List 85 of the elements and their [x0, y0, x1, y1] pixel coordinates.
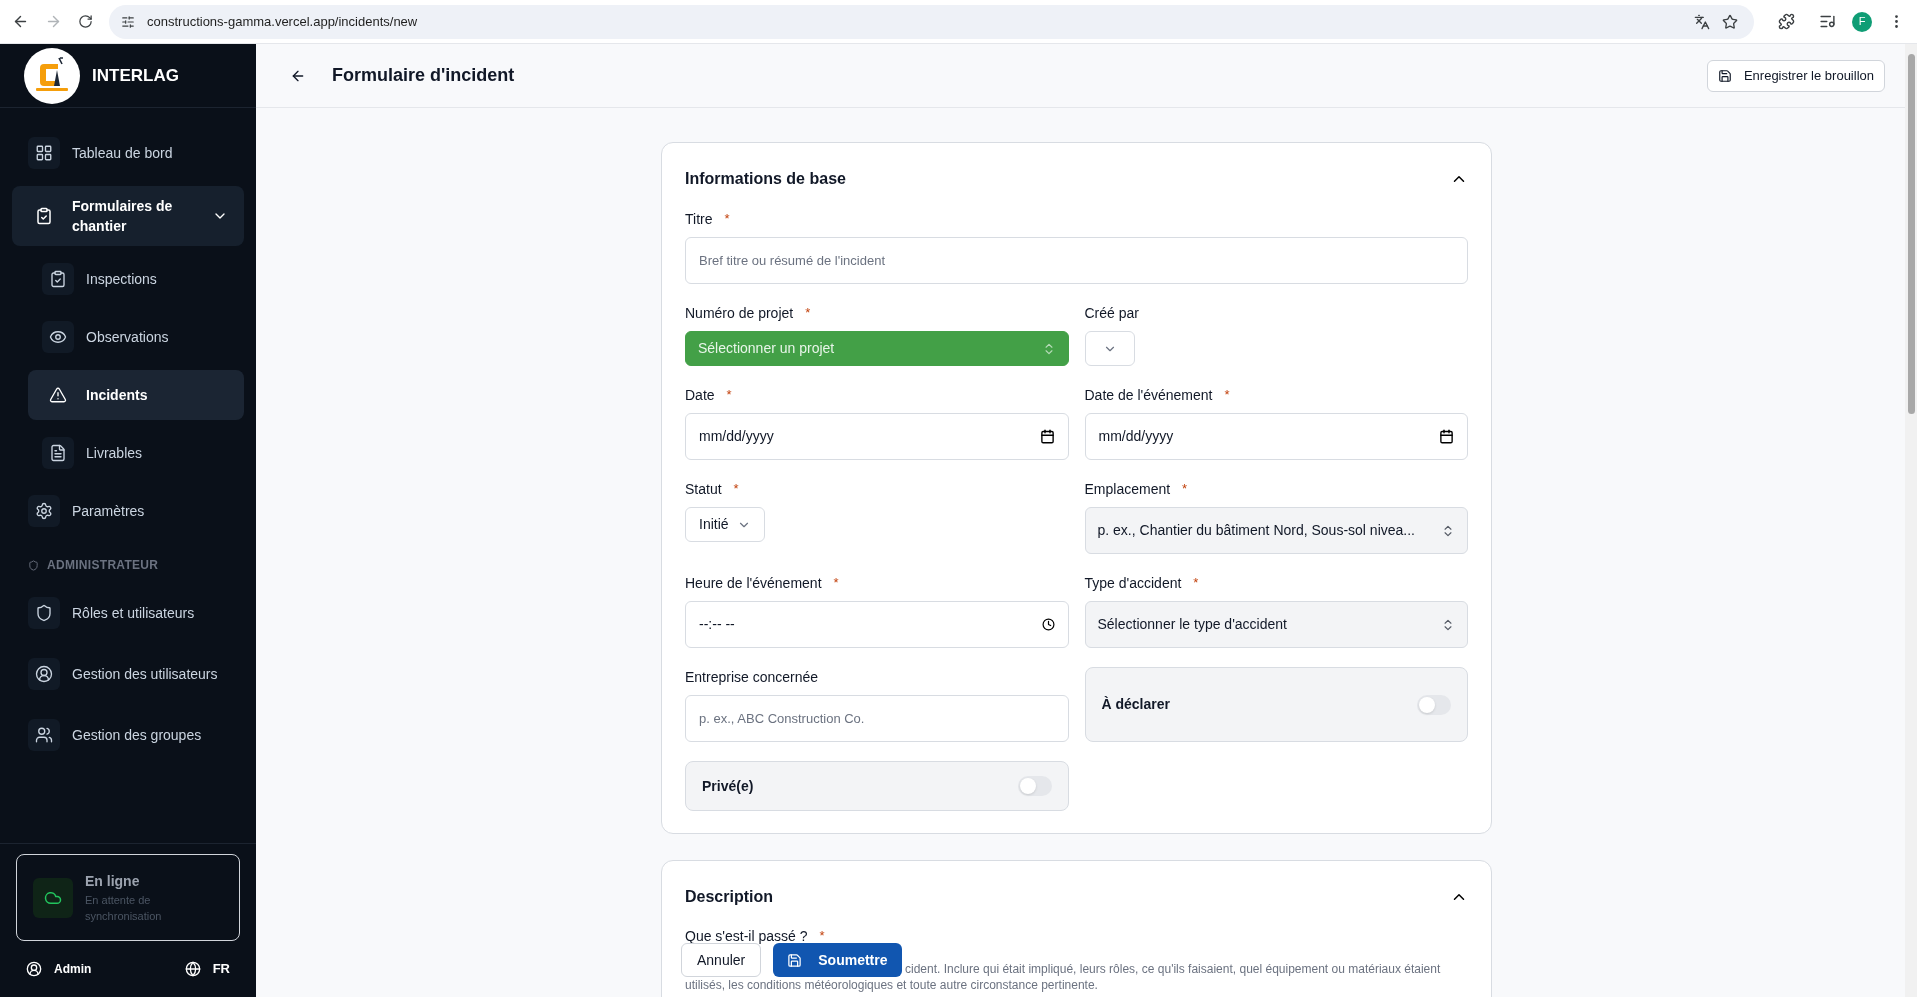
status-title: En ligne — [85, 872, 141, 891]
required-mark: * — [1193, 574, 1199, 593]
back-icon[interactable] — [12, 13, 29, 30]
language-button[interactable]: FR — [184, 959, 230, 979]
section-heading: ADMINISTRATEUR — [47, 557, 159, 574]
field-hint: utilisés, les conditions météorologiques et toute autre circonstance pertinente. — [685, 977, 1099, 993]
field-label: Numéro de projet — [685, 303, 794, 323]
required-mark: * — [819, 927, 825, 946]
translate-icon[interactable] — [1694, 13, 1710, 30]
calendar-icon — [1439, 429, 1454, 444]
toggle-switch[interactable] — [1017, 776, 1052, 796]
nav-item[interactable]: Gestion des utilisateurs — [12, 649, 244, 699]
brand-name: INTERLAG — [92, 64, 179, 87]
toggle-label: À déclarer — [1101, 695, 1170, 714]
gear-icon — [35, 502, 53, 520]
scrollbar[interactable] — [1905, 44, 1917, 997]
nav-item[interactable]: Livrables — [28, 428, 244, 478]
required-mark: * — [1182, 480, 1188, 499]
field-label: Type d'accident — [1084, 573, 1182, 593]
field-label: Titre — [685, 209, 713, 229]
text-field[interactable]: p. ex., ABC Construction Co. — [685, 695, 1069, 742]
required-mark: * — [805, 304, 811, 323]
date-field[interactable]: mm/dd/yyyy — [1084, 413, 1468, 460]
time-field[interactable]: --:-- -- — [685, 601, 1069, 648]
required-mark: * — [724, 210, 730, 229]
nav-item[interactable]: Rôles et utilisateurs — [12, 588, 244, 638]
dropdown[interactable]: Initié — [685, 507, 765, 542]
select-field[interactable]: Sélectionner le type d'accident — [1084, 601, 1468, 648]
eye-icon — [49, 328, 67, 346]
field-label: Que s'est-il passé ? — [685, 926, 808, 946]
nav-item[interactable]: Inspections — [28, 254, 244, 304]
field-label: Heure de l'événement — [685, 573, 822, 593]
save-icon — [1717, 68, 1732, 83]
bookmark-star-icon[interactable] — [1722, 13, 1738, 30]
required-mark: * — [833, 574, 839, 593]
grid-icon — [35, 144, 53, 162]
toggle-switch[interactable] — [1417, 694, 1451, 715]
warning-icon — [49, 386, 67, 404]
save-draft-button[interactable]: Enregistrer le brouillon — [1706, 59, 1885, 92]
address-bar[interactable]: constructions-gamma.vercel.app/incidents/new — [109, 4, 1754, 39]
shield-icon — [35, 604, 53, 622]
section-title: Informations de base — [685, 169, 846, 189]
user-circle-icon — [35, 665, 53, 683]
field-label: Emplacement — [1084, 479, 1171, 499]
field-label: Date — [685, 385, 715, 405]
field-hint: cident. Inclure qui était impliqué, leurs rôles, ce qu'ils faisaient, quel équipement ou matériaux étaient — [905, 961, 1442, 977]
clipboard-check-icon — [35, 207, 53, 225]
user-name[interactable]: Admin — [54, 960, 92, 978]
nav-item[interactable]: Incidents — [28, 370, 244, 420]
clock-icon — [1041, 618, 1055, 631]
shield-icon — [28, 559, 39, 571]
save-icon — [787, 952, 803, 968]
field-label: Créé par — [1084, 303, 1139, 323]
cancel-button[interactable]: Annuler — [681, 943, 762, 977]
document-icon — [49, 444, 67, 462]
nav-item[interactable]: Tableau de bord — [12, 128, 244, 178]
date-field[interactable]: mm/dd/yyyy — [685, 413, 1069, 460]
nav-group[interactable]: Formulaires de chantier — [12, 186, 244, 246]
nav-item[interactable]: Paramètres — [12, 486, 244, 536]
select-field[interactable]: p. ex., Chantier du bâtiment Nord, Sous-sol nivea... — [1084, 507, 1468, 554]
toggle-label: Privé(e) — [702, 776, 754, 796]
nav-item[interactable]: Observations — [28, 312, 244, 362]
required-mark: * — [726, 386, 732, 405]
site-settings-icon[interactable] — [121, 14, 135, 29]
logo-icon — [24, 47, 80, 104]
status-subtitle: En attente de synchronisation — [85, 893, 163, 924]
nav-item[interactable]: Gestion des groupes — [12, 710, 244, 760]
text-field[interactable]: Bref titre ou résumé de l'incident — [685, 237, 1468, 284]
user-icon — [26, 961, 42, 977]
page-title: Formulaire d'incident — [332, 64, 516, 87]
url-text: constructions-gamma.vercel.app/incidents/new — [147, 12, 419, 31]
globe-icon — [184, 961, 201, 977]
media-icon[interactable] — [1819, 13, 1836, 30]
submit-button[interactable]: Soumettre — [773, 943, 902, 977]
section-title: Description — [685, 887, 773, 907]
field-label: Date de l'événement — [1084, 385, 1213, 405]
required-mark: * — [1224, 386, 1230, 405]
field-label: Entreprise concernée — [685, 667, 819, 687]
users-icon — [35, 726, 53, 744]
required-mark: * — [733, 480, 739, 499]
extensions-icon[interactable] — [1778, 13, 1795, 30]
calendar-icon — [1039, 429, 1055, 444]
field-label: Statut — [685, 479, 722, 499]
clipboard-check-icon — [49, 270, 67, 288]
reload-icon[interactable] — [78, 14, 93, 29]
